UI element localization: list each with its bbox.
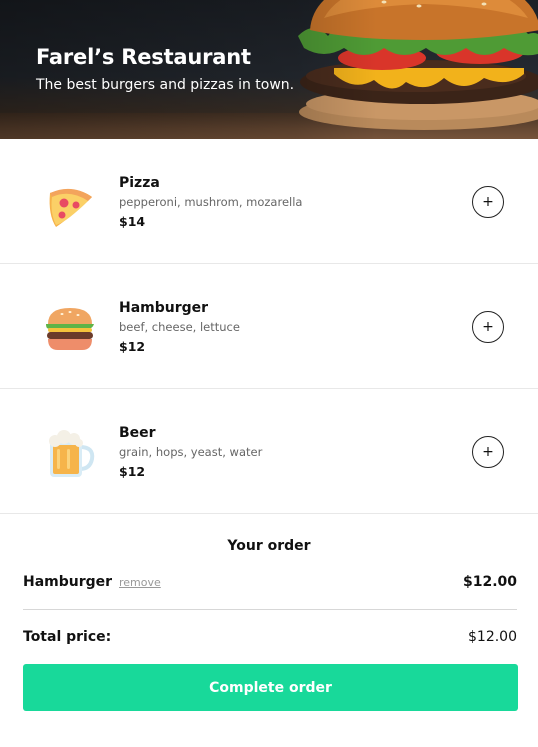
restaurant-tagline: The best burgers and pizzas in town. xyxy=(36,77,295,93)
item-price: $12 xyxy=(119,339,146,354)
order-summary: Your order Hamburger remove $12.00 Total… xyxy=(0,514,538,746)
menu-list: Pizza pepperoni, mushrom, mozarella $14 … xyxy=(0,139,538,514)
menu-item-hamburger: Hamburger beef, cheese, lettuce $12 + xyxy=(0,264,538,389)
order-title: Your order xyxy=(227,538,311,554)
menu-item-beer: Beer grain, hops, yeast, water $12 + xyxy=(0,389,538,514)
pizza-icon xyxy=(49,188,92,227)
remove-link[interactable]: remove xyxy=(119,576,161,589)
add-beer-button[interactable]: + xyxy=(472,436,504,468)
order-line-price: $12.00 xyxy=(462,574,517,590)
hero-header: Farel’s Restaurant The best burgers and … xyxy=(0,0,538,139)
beer-icon xyxy=(49,430,95,477)
restaurant-title: Farel’s Restaurant xyxy=(36,45,251,69)
item-price: $12 xyxy=(119,464,146,479)
item-name: Pizza xyxy=(119,175,160,191)
item-ingredients: beef, cheese, lettuce xyxy=(119,320,240,334)
item-name: Beer xyxy=(119,425,156,441)
add-pizza-button[interactable]: + xyxy=(472,186,504,218)
item-price: $14 xyxy=(119,214,146,229)
menu-item-pizza: Pizza pepperoni, mushrom, mozarella $14 … xyxy=(0,139,538,264)
total-price-value: $12.00 xyxy=(468,629,517,645)
order-divider xyxy=(23,609,517,610)
item-ingredients: pepperoni, mushrom, mozarella xyxy=(119,195,303,209)
item-ingredients: grain, hops, yeast, water xyxy=(119,445,263,459)
hamburger-icon xyxy=(46,308,94,350)
add-hamburger-button[interactable]: + xyxy=(472,311,504,343)
total-price-label: Total price: xyxy=(23,629,112,645)
order-line-name: Hamburger xyxy=(23,574,113,590)
header-overlay xyxy=(0,0,538,139)
complete-order-button[interactable]: Complete order xyxy=(23,664,518,711)
item-name: Hamburger xyxy=(119,300,209,316)
